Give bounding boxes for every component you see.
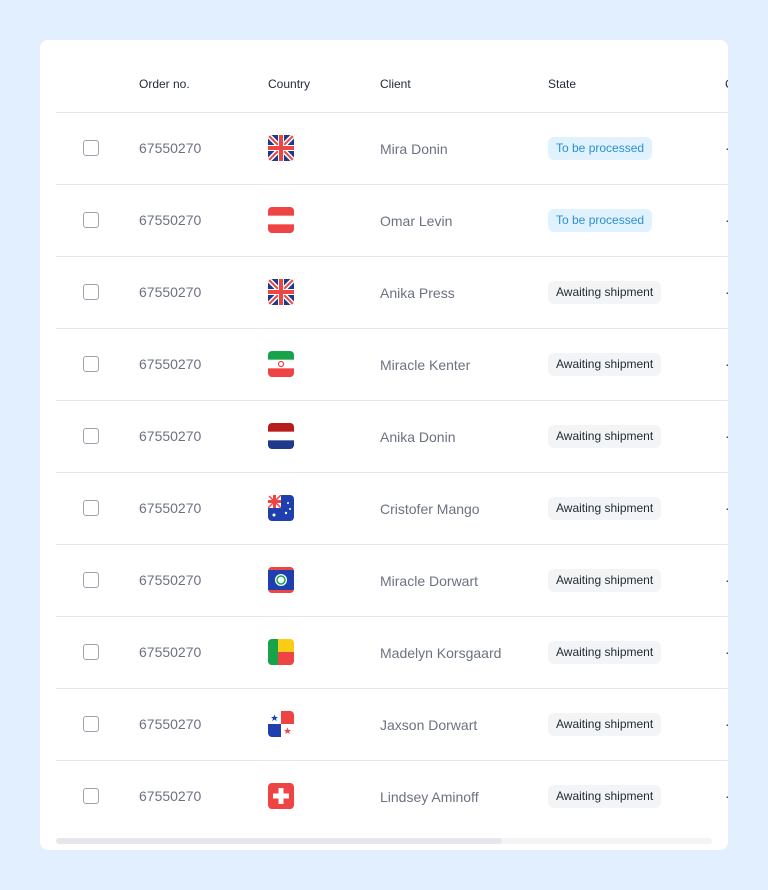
row-checkbox[interactable]	[83, 284, 99, 300]
status-badge: Awaiting shipment	[548, 425, 662, 448]
client-name: Anika Press	[380, 284, 455, 301]
truncated-cell: ·	[725, 401, 728, 472]
switzerland-flag-icon	[268, 783, 294, 809]
orders-card: Order no. Country Client State C 6755027…	[40, 40, 728, 850]
header-order-no[interactable]: Order no.	[139, 40, 190, 112]
truncated-cell: ·	[725, 113, 728, 184]
table-row[interactable]: 67550270 Miracle Dorwart Awaiting shipment…	[56, 545, 728, 617]
order-number: 67550270	[139, 788, 202, 804]
order-number: 67550270	[139, 356, 202, 372]
table-row[interactable]: 67550270 Anika Press Awaiting shipment ·	[56, 257, 728, 329]
row-checkbox[interactable]	[83, 428, 99, 444]
table-header-row: Order no. Country Client State C	[56, 40, 728, 113]
table-row[interactable]: 67550270 Lindsey Aminoff Awaiting shipment…	[56, 761, 728, 832]
australia-flag-icon	[268, 495, 294, 521]
status-badge: Awaiting shipment	[548, 497, 662, 520]
truncated-cell: ·	[725, 329, 728, 400]
netherlands-flag-icon	[268, 423, 294, 449]
truncated-cell: ·	[725, 689, 728, 760]
row-checkbox[interactable]	[83, 716, 99, 732]
status-badge: Awaiting shipment	[548, 713, 662, 736]
order-number: 67550270	[139, 644, 202, 660]
iran-flag-icon	[268, 351, 294, 377]
table-row[interactable]: 67550270 Anika Donin Awaiting shipment ·	[56, 401, 728, 473]
status-badge: Awaiting shipment	[548, 569, 662, 592]
status-badge: Awaiting shipment	[548, 281, 662, 304]
horizontal-scrollbar[interactable]	[56, 838, 712, 844]
status-badge: Awaiting shipment	[548, 641, 662, 664]
truncated-cell: ·	[725, 761, 728, 832]
order-number: 67550270	[139, 140, 202, 156]
client-name: Jaxson Dorwart	[380, 716, 478, 733]
order-number: 67550270	[139, 428, 202, 444]
united-kingdom-flag-icon	[268, 135, 294, 161]
order-number: 67550270	[139, 572, 202, 588]
client-name: Miracle Kenter	[380, 356, 471, 373]
scrollbar-thumb[interactable]	[56, 838, 502, 844]
table-row[interactable]: 67550270 Omar Levin To be processed ·	[56, 185, 728, 257]
client-name: Cristofer Mango	[380, 500, 480, 517]
truncated-cell: ·	[725, 257, 728, 328]
orders-table: Order no. Country Client State C 6755027…	[56, 40, 728, 832]
header-country[interactable]: Country	[268, 40, 310, 112]
header-client[interactable]: Client	[380, 40, 411, 112]
table-row[interactable]: 67550270 Jaxson Dorwart Awaiting shipment ·	[56, 689, 728, 761]
truncated-cell: ·	[725, 617, 728, 688]
client-name: Miracle Dorwart	[380, 572, 479, 589]
status-badge: Awaiting shipment	[548, 353, 662, 376]
table-row[interactable]: 67550270 Mira Donin To be processed ·	[56, 113, 728, 185]
status-badge: To be processed	[548, 137, 653, 160]
truncated-cell: ·	[725, 473, 728, 544]
row-checkbox[interactable]	[83, 212, 99, 228]
truncated-cell: ·	[725, 185, 728, 256]
table-row[interactable]: 67550270 Madelyn Korsgaard Awaiting shipme…	[56, 617, 728, 689]
order-number: 67550270	[139, 284, 202, 300]
client-name: Mira Donin	[380, 140, 448, 157]
row-checkbox[interactable]	[83, 356, 99, 372]
belize-flag-icon	[268, 567, 294, 593]
order-number: 67550270	[139, 212, 202, 228]
status-badge: Awaiting shipment	[548, 785, 662, 808]
row-checkbox[interactable]	[83, 788, 99, 804]
row-checkbox[interactable]	[83, 644, 99, 660]
row-checkbox[interactable]	[83, 572, 99, 588]
united-kingdom-flag-icon	[268, 279, 294, 305]
order-number: 67550270	[139, 500, 202, 516]
panama-flag-icon	[268, 711, 294, 737]
table-row[interactable]: 67550270 Cristofer Mango Awaiting shipment…	[56, 473, 728, 545]
header-next-column[interactable]: C	[725, 40, 728, 112]
row-checkbox[interactable]	[83, 140, 99, 156]
client-name: Lindsey Aminoff	[380, 788, 479, 805]
austria-flag-icon	[268, 207, 294, 233]
status-badge: To be processed	[548, 209, 653, 232]
order-number: 67550270	[139, 716, 202, 732]
header-state[interactable]: State	[548, 40, 576, 112]
benin-flag-icon	[268, 639, 294, 665]
row-checkbox[interactable]	[83, 500, 99, 516]
truncated-cell: ·	[725, 545, 728, 616]
client-name: Anika Donin	[380, 428, 456, 445]
client-name: Omar Levin	[380, 212, 453, 229]
table-row[interactable]: 67550270 Miracle Kenter Awaiting shipment ·	[56, 329, 728, 401]
client-name: Madelyn Korsgaard	[380, 644, 502, 661]
